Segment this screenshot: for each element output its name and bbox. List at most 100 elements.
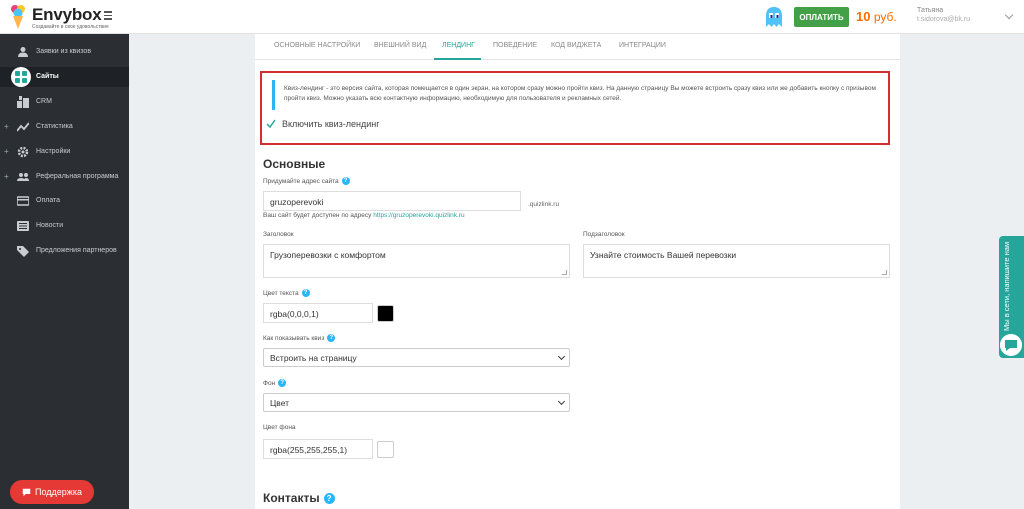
sidebar-item-label: Оплата — [36, 197, 61, 204]
sidebar-item-quiz-requests[interactable]: Заявки из квизов — [0, 42, 129, 62]
bg-color-input[interactable]: rgba(255,255,255,1) — [263, 439, 373, 459]
landing-info-text: Квиз-лендинг - это версия сайта, которая… — [272, 80, 884, 110]
subheading-textarea[interactable]: Узнайте стоимость Вашей перевозки — [583, 244, 890, 278]
tab-widget-code[interactable]: КОД ВИДЖЕТА — [551, 42, 601, 49]
chevron-down-icon[interactable] — [1004, 10, 1014, 20]
bg-color-label-text: Цвет фона — [263, 424, 296, 431]
sidebar-item-label: Статистика — [36, 123, 73, 130]
sidebar-item-label: Новости — [36, 222, 64, 229]
sidebar-item-label: Настройки — [36, 148, 71, 155]
top-bar: Envybox Создавайте в свое удовольствие О… — [0, 0, 1024, 34]
balance-amount: 10 — [856, 9, 871, 24]
help-icon[interactable]: ? — [301, 289, 310, 297]
help-icon[interactable]: ? — [341, 177, 350, 185]
checkmark-icon — [266, 119, 276, 129]
gear-icon — [17, 146, 29, 158]
site-address-label: Придумайте адрес сайта ? — [263, 177, 350, 185]
sidebar-item-crm[interactable]: CRM — [0, 92, 129, 112]
chat-bubble-icon — [22, 488, 31, 496]
sidebar-item-statistics[interactable]: + Статистика — [0, 117, 129, 137]
bg-color-label: Цвет фона — [263, 424, 296, 431]
balance-currency: руб. — [873, 10, 897, 24]
landing-highlight-box: Квиз-лендинг - это версия сайта, которая… — [260, 71, 890, 145]
help-icon[interactable]: ? — [323, 492, 335, 504]
show-quiz-select[interactable]: Встроить на страницу — [263, 348, 570, 367]
show-quiz-label-text: Как показывать квиз — [263, 334, 325, 342]
expand-icon: + — [4, 172, 9, 181]
section-title-contacts: Контакты ? — [263, 491, 335, 505]
section-title-main: Основные — [263, 157, 326, 171]
heading-value: Грузоперевозки с комфортом — [270, 250, 386, 260]
people-icon — [17, 173, 29, 181]
support-button[interactable]: Поддержка — [10, 480, 94, 504]
trend-icon — [17, 122, 29, 132]
chevron-down-icon — [557, 352, 566, 361]
expand-icon: + — [4, 122, 9, 131]
background-label: Фон ? — [263, 379, 287, 387]
contacts-title-text: Контакты — [263, 491, 320, 505]
resize-handle-icon[interactable] — [882, 270, 887, 275]
tab-landing[interactable]: ЛЕНДИНГ — [442, 42, 475, 49]
background-value: Цвет — [270, 398, 290, 408]
sidebar-item-payment[interactable]: Оплата — [0, 191, 129, 211]
news-icon — [17, 221, 29, 231]
logo-tagline: Создавайте в свое удовольствие — [32, 24, 109, 30]
subheading-label: Подзаголовок — [583, 231, 625, 238]
help-icon[interactable]: ? — [327, 334, 336, 342]
user-email: t.sidorova@bk.ru — [917, 16, 971, 23]
tag-icon — [17, 246, 29, 257]
chat-widget-text: Мы в сети, напишите нам — [1002, 241, 1011, 331]
logo-name: Envybox — [32, 5, 102, 24]
heading-textarea[interactable]: Грузоперевозки с комфортом — [263, 244, 570, 278]
tab-main-settings[interactable]: ОСНОВНЫЕ НАСТРОЙКИ — [274, 42, 360, 49]
heading-label-text: Заголовок — [263, 231, 294, 238]
card-icon — [17, 196, 29, 206]
sidebar-item-sites[interactable]: Сайты — [0, 67, 129, 87]
pay-button[interactable]: ОПЛАТИТЬ — [794, 7, 849, 27]
settings-tabs: ОСНОВНЫЕ НАСТРОЙКИ ВНЕШНИЙ ВИД ЛЕНДИНГ П… — [255, 34, 900, 60]
show-quiz-label: Как показывать квиз ? — [263, 334, 336, 342]
sidebar-item-partner-offers[interactable]: Предложения партнеров — [0, 241, 129, 261]
help-icon[interactable]: ? — [278, 379, 287, 387]
bg-color-swatch[interactable] — [377, 441, 394, 458]
site-hint-prefix: Ваш сайт будет доступен по адресу — [263, 212, 372, 219]
heading-label: Заголовок — [263, 231, 294, 238]
background-select[interactable]: Цвет — [263, 393, 570, 412]
tab-appearance[interactable]: ВНЕШНИЙ ВИД — [374, 42, 426, 49]
expand-icon: + — [4, 147, 9, 156]
enable-landing-label: Включить квиз-лендинг — [282, 119, 380, 129]
user-menu[interactable]: Татьяна t.sidorova@bk.ru — [917, 6, 970, 24]
chevron-down-icon — [557, 397, 566, 406]
active-tab-indicator — [434, 58, 481, 60]
ice-cream-logo-icon — [11, 5, 25, 29]
sidebar-item-news[interactable]: Новости — [0, 216, 129, 236]
menu-toggle-icon[interactable] — [104, 11, 112, 20]
text-color-input[interactable]: rgba(0,0,0,1) — [263, 303, 373, 323]
balance: 10 руб. — [856, 9, 897, 24]
logo[interactable]: Envybox Создавайте в свое удовольствие — [11, 4, 111, 31]
site-url-link[interactable]: https://gruzoperevoki.quizlink.ru — [373, 212, 464, 219]
sidebar-item-label: Предложения партнеров — [36, 247, 117, 254]
site-address-input[interactable]: gruzoperevoki — [263, 191, 521, 211]
subheading-label-text: Подзаголовок — [583, 231, 625, 238]
sidebar-item-label: Заявки из квизов — [36, 48, 92, 55]
support-button-label: Поддержка — [35, 487, 82, 497]
show-quiz-value: Встроить на страницу — [270, 353, 357, 363]
crm-icon — [17, 96, 29, 108]
enable-landing-checkbox[interactable]: Включить квиз-лендинг — [266, 119, 380, 129]
sidebar-item-settings[interactable]: + Настройки — [0, 142, 129, 162]
online-chat-widget[interactable]: Мы в сети, напишите нам — [999, 236, 1024, 358]
tab-behavior[interactable]: ПОВЕДЕНИЕ — [493, 42, 537, 49]
site-address-hint: Ваш сайт будет доступен по адресу https:… — [263, 212, 465, 219]
user-icon — [18, 47, 28, 57]
sidebar-item-referral[interactable]: + Реферальная программа — [0, 167, 129, 187]
chat-bubble-icon — [1000, 334, 1022, 356]
text-color-label-text: Цвет текста — [263, 289, 299, 297]
resize-handle-icon[interactable] — [562, 270, 567, 275]
text-color-swatch[interactable] — [377, 305, 394, 322]
site-address-suffix: .quizlink.ru — [528, 201, 560, 208]
background-label-text: Фон — [263, 379, 276, 387]
ghost-mascot-icon[interactable] — [764, 6, 784, 28]
tab-integrations[interactable]: ИНТЕГРАЦИИ — [619, 42, 666, 49]
site-address-label-text: Придумайте адрес сайта — [263, 177, 339, 185]
